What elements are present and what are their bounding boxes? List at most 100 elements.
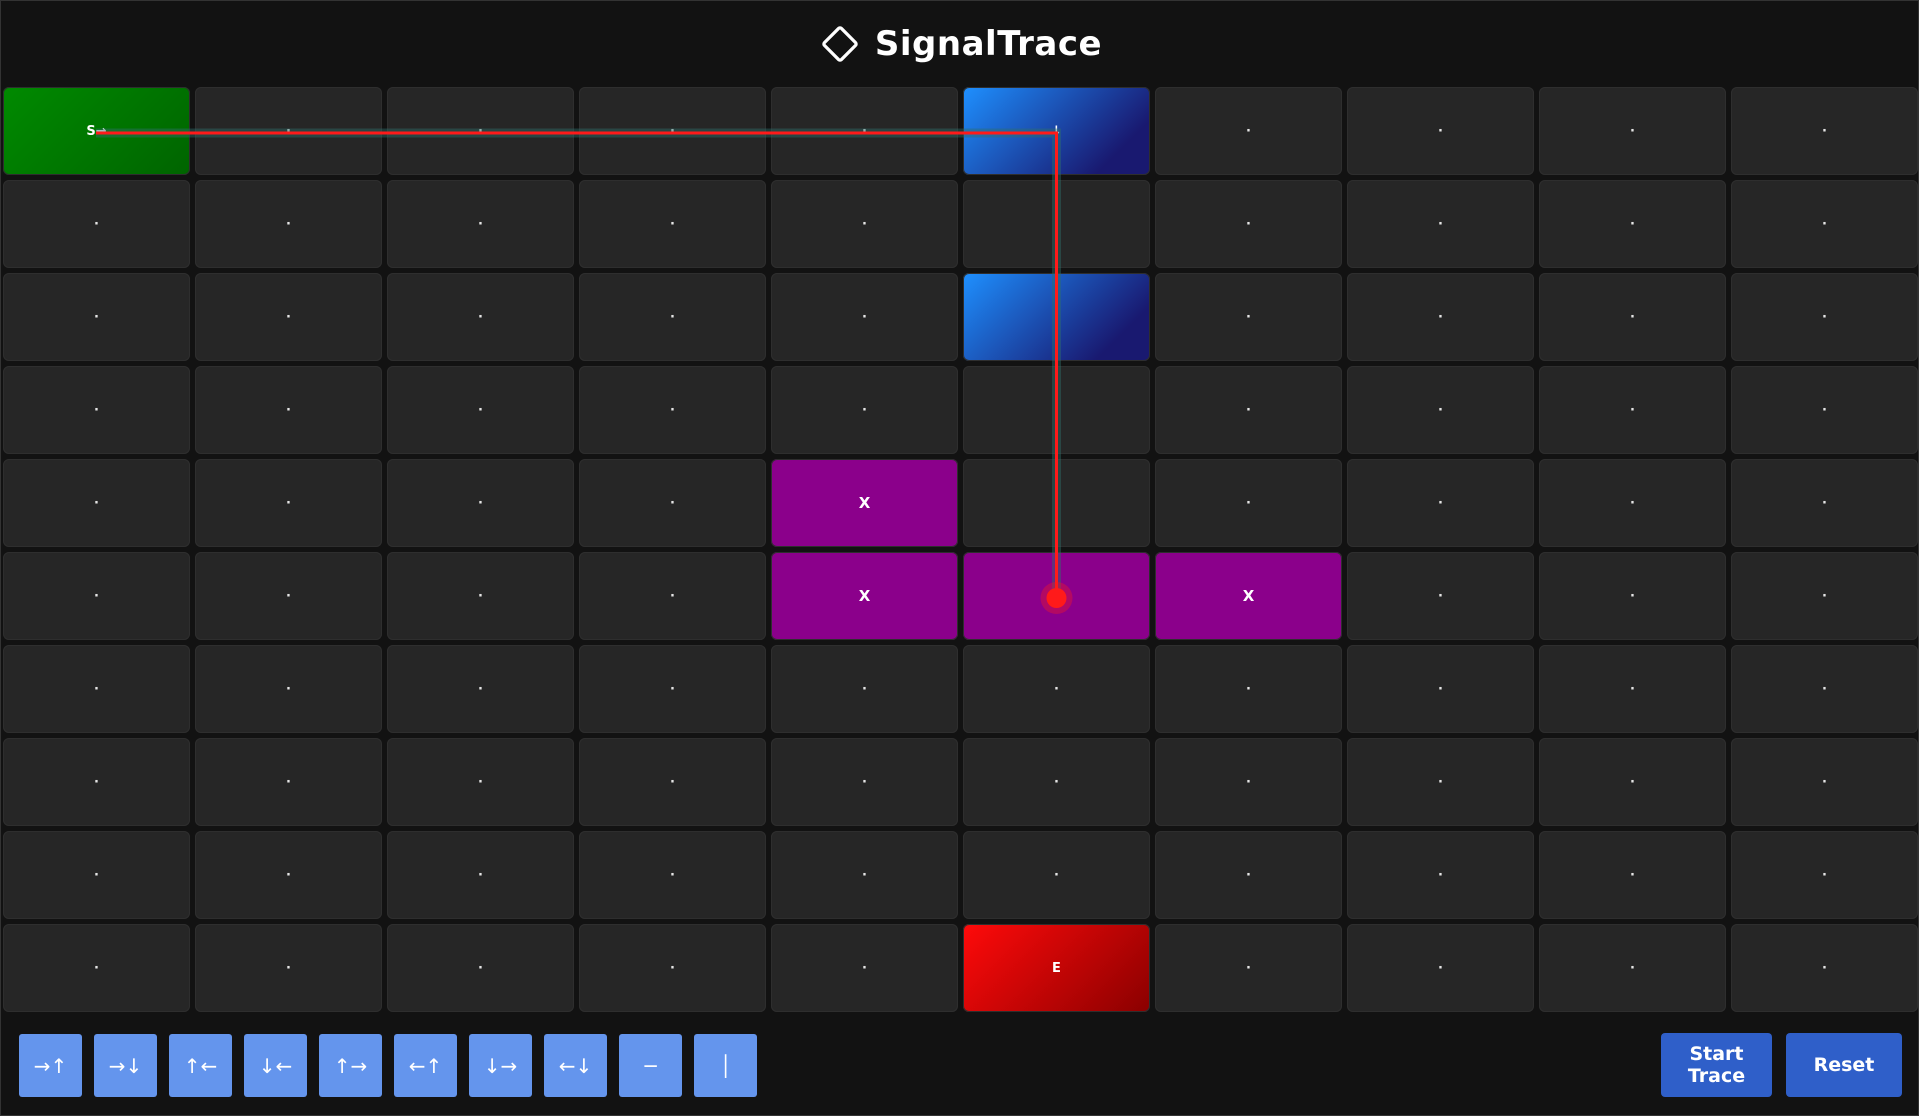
- grid-cell[interactable]: ·: [3, 273, 190, 361]
- pipe-tool-button[interactable]: ↓←: [244, 1034, 307, 1097]
- grid-cell[interactable]: ·: [963, 459, 1150, 547]
- grid-cell[interactable]: ·: [195, 87, 382, 175]
- grid-cell[interactable]: ·: [195, 180, 382, 268]
- grid-cell[interactable]: ·: [1731, 831, 1918, 919]
- grid-cell[interactable]: ·: [1155, 87, 1342, 175]
- grid-cell[interactable]: ·: [1731, 459, 1918, 547]
- pipe-tool-button[interactable]: ↑←: [169, 1034, 232, 1097]
- grid-cell[interactable]: ·: [1731, 552, 1918, 640]
- pipe-cell[interactable]: [963, 273, 1150, 361]
- pipe-tool-button[interactable]: →↑: [19, 1034, 82, 1097]
- grid-cell[interactable]: ·: [3, 738, 190, 826]
- grid-cell[interactable]: ·: [579, 645, 766, 733]
- grid-cell[interactable]: ·: [1347, 366, 1534, 454]
- grid-cell[interactable]: ·: [387, 87, 574, 175]
- grid-cell[interactable]: ·: [1347, 645, 1534, 733]
- grid-cell[interactable]: ·: [3, 645, 190, 733]
- grid-cell[interactable]: ·: [1539, 87, 1726, 175]
- pipe-tool-button[interactable]: ←↑: [394, 1034, 457, 1097]
- pipe-tool-button[interactable]: ─: [619, 1034, 682, 1097]
- grid-cell[interactable]: ·: [387, 552, 574, 640]
- grid-cell[interactable]: ·: [771, 87, 958, 175]
- grid-cell[interactable]: ·: [1731, 366, 1918, 454]
- blocker-cell[interactable]: X: [1155, 552, 1342, 640]
- grid-cell[interactable]: ·: [1539, 924, 1726, 1012]
- grid-cell[interactable]: ·: [1347, 459, 1534, 547]
- grid-cell[interactable]: ·: [771, 645, 958, 733]
- start-cell[interactable]: S→: [3, 87, 190, 175]
- grid-cell[interactable]: ·: [579, 552, 766, 640]
- pipe-tool-button[interactable]: →↓: [94, 1034, 157, 1097]
- grid-cell[interactable]: ·: [1155, 645, 1342, 733]
- grid-cell[interactable]: ·: [1347, 180, 1534, 268]
- pipe-tool-button[interactable]: ↑→: [319, 1034, 382, 1097]
- grid-cell[interactable]: ·: [3, 180, 190, 268]
- grid-cell[interactable]: ·: [771, 273, 958, 361]
- grid-cell[interactable]: ·: [1731, 645, 1918, 733]
- grid-cell[interactable]: ·: [771, 831, 958, 919]
- grid-cell[interactable]: ·: [1155, 366, 1342, 454]
- grid-cell[interactable]: ·: [771, 366, 958, 454]
- reset-button[interactable]: Reset: [1786, 1033, 1902, 1097]
- grid-cell[interactable]: ·: [1347, 273, 1534, 361]
- grid-cell[interactable]: ·: [1731, 924, 1918, 1012]
- grid-cell[interactable]: ·: [963, 738, 1150, 826]
- grid-cell[interactable]: ·: [387, 459, 574, 547]
- grid-cell[interactable]: ·: [3, 366, 190, 454]
- grid-cell[interactable]: ·: [1539, 366, 1726, 454]
- grid-cell[interactable]: ·: [195, 831, 382, 919]
- grid-cell[interactable]: ·: [1539, 180, 1726, 268]
- grid-cell[interactable]: ·: [1155, 459, 1342, 547]
- grid-cell[interactable]: ·: [1539, 831, 1726, 919]
- grid-cell[interactable]: ·: [1731, 87, 1918, 175]
- grid-cell[interactable]: ·: [579, 738, 766, 826]
- grid-cell[interactable]: ·: [387, 180, 574, 268]
- grid-cell[interactable]: ·: [1539, 552, 1726, 640]
- grid-cell[interactable]: ·: [579, 831, 766, 919]
- grid-cell[interactable]: ·: [195, 924, 382, 1012]
- grid-cell[interactable]: ·: [1347, 831, 1534, 919]
- grid-cell[interactable]: ·: [387, 738, 574, 826]
- grid-cell[interactable]: ·: [1155, 738, 1342, 826]
- grid-cell[interactable]: ·: [963, 180, 1150, 268]
- grid-cell[interactable]: ·: [195, 366, 382, 454]
- grid-cell[interactable]: ·: [1347, 738, 1534, 826]
- grid-cell[interactable]: ·: [1539, 459, 1726, 547]
- grid-cell[interactable]: ·: [3, 459, 190, 547]
- grid-cell[interactable]: ·: [1731, 273, 1918, 361]
- grid-cell[interactable]: ·: [387, 831, 574, 919]
- grid-cell[interactable]: ·: [579, 273, 766, 361]
- grid-cell[interactable]: ·: [3, 552, 190, 640]
- grid-cell[interactable]: ·: [3, 831, 190, 919]
- grid-cell[interactable]: ·: [1347, 924, 1534, 1012]
- grid-cell[interactable]: ·: [195, 738, 382, 826]
- grid-cell[interactable]: ·: [579, 180, 766, 268]
- grid-cell[interactable]: ·: [1539, 273, 1726, 361]
- grid-cell[interactable]: ·: [1539, 738, 1726, 826]
- grid-cell[interactable]: ·: [1731, 738, 1918, 826]
- grid-cell[interactable]: ·: [963, 831, 1150, 919]
- grid-cell[interactable]: ·: [387, 924, 574, 1012]
- grid-cell[interactable]: ·: [963, 645, 1150, 733]
- grid-cell[interactable]: ·: [1155, 831, 1342, 919]
- pipe-tool-button[interactable]: ←↓: [544, 1034, 607, 1097]
- blocker-cell[interactable]: X: [771, 459, 958, 547]
- pipe-tool-button[interactable]: │: [694, 1034, 757, 1097]
- grid-cell[interactable]: ·: [387, 273, 574, 361]
- grid-cell[interactable]: ·: [963, 366, 1150, 454]
- grid-cell[interactable]: ·: [387, 645, 574, 733]
- pipe-tool-button[interactable]: ↓→: [469, 1034, 532, 1097]
- grid-cell[interactable]: ·: [195, 552, 382, 640]
- grid-cell[interactable]: ·: [387, 366, 574, 454]
- grid-cell[interactable]: ·: [579, 924, 766, 1012]
- grid-cell[interactable]: ·: [579, 459, 766, 547]
- grid-cell[interactable]: ·: [195, 645, 382, 733]
- grid-cell[interactable]: ·: [771, 924, 958, 1012]
- grid-cell[interactable]: ·: [1731, 180, 1918, 268]
- grid-cell[interactable]: ·: [771, 738, 958, 826]
- grid-cell[interactable]: ·: [579, 366, 766, 454]
- grid-cell[interactable]: ·: [3, 924, 190, 1012]
- grid-cell[interactable]: ·: [1155, 924, 1342, 1012]
- grid-cell[interactable]: ·: [1155, 180, 1342, 268]
- blocker-cell[interactable]: X: [771, 552, 958, 640]
